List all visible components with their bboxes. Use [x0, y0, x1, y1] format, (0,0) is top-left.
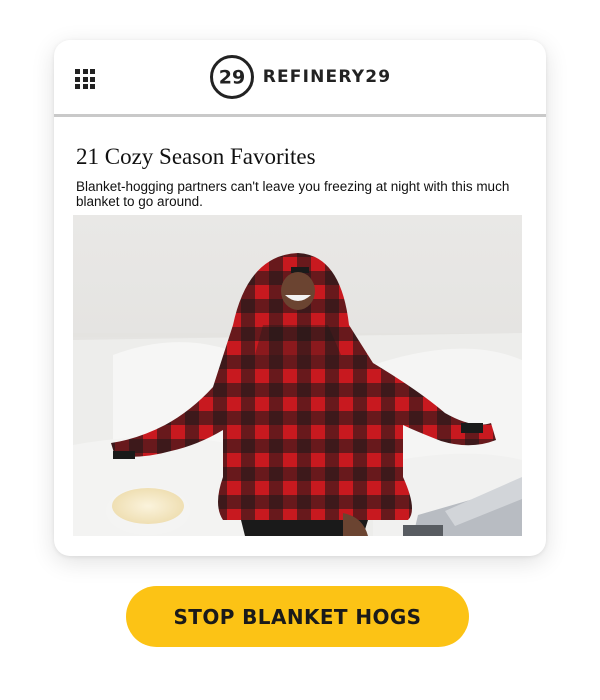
refinery29-logo-icon: 29 [209, 55, 254, 99]
grid-menu-icon[interactable] [75, 69, 95, 89]
ad-page: 29 REFINERY29 21 Cozy Season Favorites B… [0, 0, 600, 700]
logo-text: 29 [218, 67, 244, 89]
brand-name: REFINERY29 [262, 67, 392, 87]
stop-blanket-hogs-button[interactable]: STOP BLANKET HOGS [126, 586, 469, 647]
site-header: 29 REFINERY29 [54, 40, 546, 117]
article-title[interactable]: 21 Cozy Season Favorites [76, 143, 524, 171]
brand-logo-link[interactable]: 29 REFINERY29 [209, 54, 392, 100]
article-photo[interactable] [73, 215, 522, 536]
article-card[interactable]: 29 REFINERY29 21 Cozy Season Favorites B… [54, 40, 546, 556]
article-description: Blanket-hogging partners can't leave you… [76, 179, 510, 209]
hoodie-blanket-photo [73, 215, 522, 536]
article-content: 21 Cozy Season Favorites Blanket-hogging… [54, 117, 546, 209]
